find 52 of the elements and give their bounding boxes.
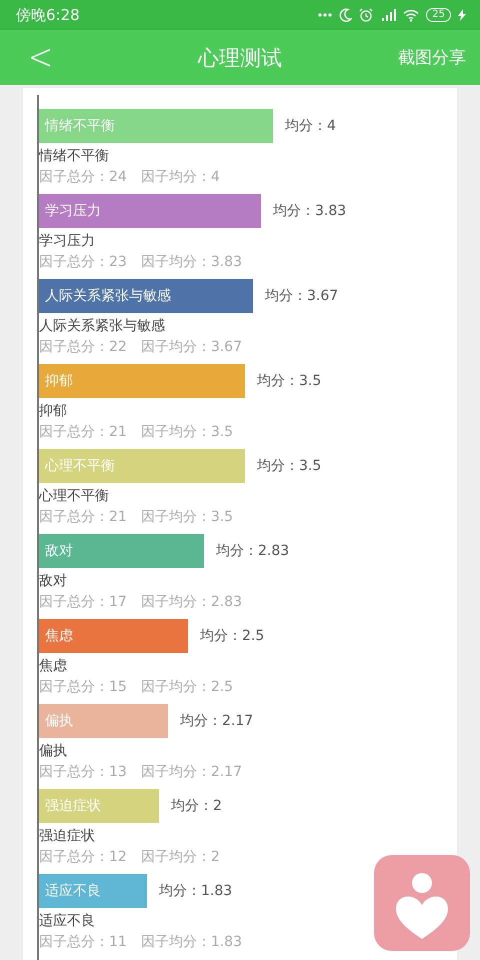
factor-stats: 因子总分：11 因子均分：1.83 (39, 933, 243, 952)
bar-label: 学习压力 (45, 202, 101, 221)
factor-name: 心理不平衡 (39, 487, 110, 506)
average-score: 均分：3.67 (265, 287, 338, 306)
factor-stats: 因子总分：21 因子均分：3.5 (39, 508, 234, 527)
bar-label: 抑郁 (45, 372, 73, 391)
average-score: 均分：2 (171, 797, 222, 816)
charging-icon (458, 9, 466, 21)
factor-stats: 因子总分：15 因子均分：2.5 (39, 678, 234, 697)
bar-label: 偏执 (45, 712, 73, 731)
factor-name: 情绪不平衡 (39, 147, 110, 166)
factor-stats: 因子总分：21 因子均分：3.5 (39, 423, 234, 442)
bar-label: 适应不良 (45, 882, 101, 901)
average-score: 均分：2.83 (216, 542, 290, 561)
battery-level: 25 (426, 8, 451, 22)
factor-name: 强迫症状 (39, 827, 96, 846)
average-score: 均分：2.5 (200, 627, 264, 646)
average-score: 均分：3.5 (257, 372, 322, 391)
factor-stats: 因子总分：24 因子均分：4 (39, 168, 221, 187)
alarm-icon (359, 8, 374, 22)
average-score: 均分：1.83 (159, 882, 232, 901)
factor-stats: 因子总分：13 因子均分：2.17 (39, 763, 243, 782)
average-score: 均分：3.83 (273, 202, 346, 221)
factor-stats: 因子总分：17 因子均分：2.83 (39, 593, 243, 612)
factor-name: 焦虑 (39, 657, 68, 676)
bar-label: 心理不平衡 (45, 457, 115, 476)
moon-icon (339, 8, 352, 22)
bar-label: 强迫症状 (45, 797, 101, 816)
factor-name: 人际关系紧张与敏感 (39, 317, 166, 336)
factor-name: 敌对 (39, 572, 68, 591)
bar-label: 情绪不平衡 (45, 117, 115, 136)
factor-stats: 因子总分：22 因子均分：3.67 (39, 338, 243, 357)
factor-name: 学习压力 (39, 232, 96, 251)
bar-label: 敌对 (45, 542, 73, 561)
page-title: 心理测试 (198, 44, 282, 72)
bar-label: 焦虑 (45, 627, 73, 646)
factor-name: 适应不良 (39, 912, 96, 931)
factor-name: 抑郁 (39, 402, 68, 421)
bar-label: 人际关系紧张与敏感 (45, 287, 171, 306)
back-button[interactable]: < (20, 36, 62, 78)
wifi-icon (403, 8, 420, 22)
signal-icon (380, 8, 396, 22)
status-time: 傍晚6:28 (16, 6, 80, 24)
factor-stats: 因子总分：23 因子均分：3.83 (39, 253, 243, 272)
screenshot-share-button[interactable]: 截图分享 (398, 46, 466, 69)
factor-name: 偏执 (39, 742, 68, 761)
more-icon (318, 13, 332, 17)
average-score: 均分：3.5 (257, 457, 322, 476)
factor-stats: 因子总分：12 因子均分：2 (39, 848, 221, 867)
average-score: 均分：4 (285, 117, 336, 136)
heart-app-icon[interactable] (374, 855, 470, 951)
average-score: 均分：2.17 (180, 712, 254, 731)
